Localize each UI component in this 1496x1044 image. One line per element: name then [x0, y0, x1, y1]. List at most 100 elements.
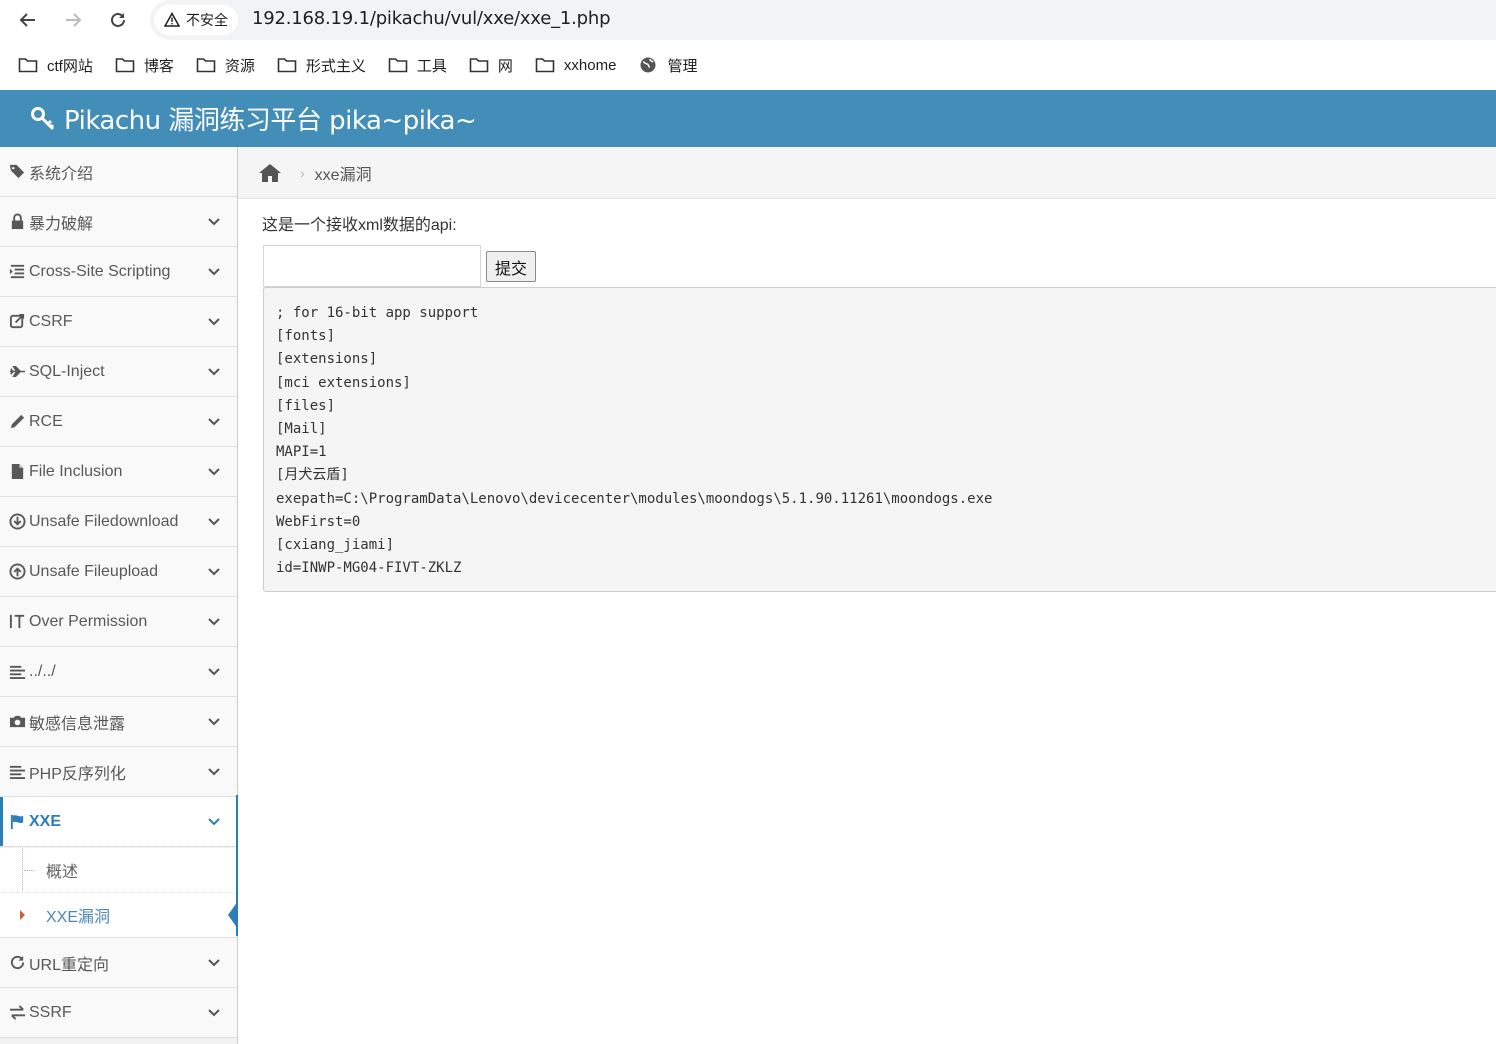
output-line: id=INWP-MG04-FIVT-ZKLZ: [276, 560, 462, 577]
caret-right-icon: [20, 910, 25, 920]
active-section-border: [236, 795, 238, 936]
sidebar-item-url-redirect[interactable]: URL重定向: [0, 938, 237, 988]
app-header: Pikachu 漏洞练习平台 pika~pika~: [0, 90, 1496, 147]
sidebar-item-intro[interactable]: 系统介绍: [0, 147, 237, 197]
output-line: ; for 16-bit app support: [276, 305, 479, 321]
breadcrumb-current: xxe漏洞: [314, 166, 372, 184]
sidebar: 系统介绍 暴力破解 Cross-Site Scripting CSRF SQL-…: [0, 147, 238, 1044]
output-line: exepath=C:\ProgramData\Lenovo\devicecent…: [276, 490, 993, 507]
share-icon: [8, 313, 26, 331]
bookmark-ctf[interactable]: ctf网站: [18, 55, 93, 76]
arrow-right-icon: [66, 13, 82, 27]
output-line: MAPI=1: [276, 444, 327, 461]
tree-dash: [24, 870, 34, 871]
sidebar-item-filedownload[interactable]: Unsafe Filedownload: [0, 497, 237, 547]
file-icon: [8, 463, 26, 481]
indent-icon: [8, 263, 26, 281]
align-left-icon: [8, 763, 26, 781]
sidebar-item-rce[interactable]: RCE: [0, 397, 237, 447]
sidebar-item-php-unserialize[interactable]: PHP反序列化: [0, 747, 237, 797]
chevron-down-icon: [208, 468, 220, 476]
output-line: [fonts]: [276, 328, 336, 345]
xxe-submenu: 概述 XXE漏洞: [0, 847, 238, 938]
breadcrumb: › xxe漏洞: [238, 147, 1496, 199]
key-icon: [31, 106, 55, 130]
address-bar[interactable]: 不安全 192.168.19.1/pikachu/vul/xxe/xxe_1.p…: [150, 0, 1496, 40]
bookmark-net[interactable]: 网: [469, 55, 513, 76]
chevron-down-icon: [208, 568, 220, 576]
chevron-up-icon: [208, 818, 220, 826]
bookmark-manage[interactable]: 管理: [638, 55, 697, 76]
flag-icon: [8, 813, 26, 831]
sidebar-item-xss[interactable]: Cross-Site Scripting: [0, 247, 237, 297]
back-button[interactable]: [12, 4, 44, 36]
bookmark-xxhome[interactable]: xxhome: [535, 56, 616, 74]
output-line: [Mail]: [276, 421, 327, 438]
exchange-icon: [8, 1004, 26, 1022]
output-line: [files]: [276, 397, 336, 414]
plane-icon: [8, 363, 26, 381]
url-text[interactable]: 192.168.19.1/pikachu/vul/xxe/xxe_1.php: [252, 8, 611, 29]
reload-icon: [111, 12, 125, 27]
bookmark-resources[interactable]: 资源: [196, 55, 255, 76]
submit-button[interactable]: 提交: [486, 251, 536, 282]
align-left-icon: [8, 663, 26, 681]
folder-icon: [115, 58, 135, 73]
bookmark-tools[interactable]: 工具: [388, 55, 447, 76]
chevron-down-icon: [208, 668, 220, 676]
text-height-icon: [8, 613, 26, 631]
chevron-down-icon: [208, 1009, 220, 1017]
browser-toolbar: 不安全 192.168.19.1/pikachu/vul/xxe/xxe_1.p…: [0, 0, 1496, 40]
lock-icon: [8, 213, 26, 231]
app-title[interactable]: Pikachu 漏洞练习平台 pika~pika~: [64, 100, 477, 137]
refresh-icon: [8, 954, 26, 972]
reload-button[interactable]: [102, 4, 134, 36]
folder-icon: [196, 58, 216, 73]
chevron-down-icon: [208, 618, 220, 626]
sidebar-item-bruteforce[interactable]: 暴力破解: [0, 197, 237, 247]
pencil-icon: [8, 413, 26, 431]
sub-item-overview[interactable]: 概述: [0, 847, 237, 892]
chevron-down-icon: [208, 268, 220, 276]
output-line: [mci extensions]: [276, 374, 411, 391]
chevron-down-icon: [208, 718, 220, 726]
arrow-left-icon: [19, 13, 35, 27]
chevron-down-icon: [208, 418, 220, 426]
folder-icon: [535, 58, 555, 73]
security-chip[interactable]: 不安全: [154, 5, 238, 35]
chevron-down-icon: [208, 959, 220, 967]
chevron-down-icon: [208, 218, 220, 226]
sidebar-item-sqli[interactable]: SQL-Inject: [0, 347, 237, 397]
bookmarks-bar: ctf网站 博客 资源 形式主义 工具 网 xxhome 管理: [0, 40, 1496, 90]
sidebar-item-fileupload[interactable]: Unsafe Fileupload: [0, 547, 237, 597]
sidebar-item-xxe[interactable]: XXE: [0, 797, 237, 847]
output-line: [cxiang_jiami]: [276, 537, 395, 554]
sidebar-item-csrf[interactable]: CSRF: [0, 297, 237, 347]
breadcrumb-separator: ›: [300, 164, 305, 181]
folder-icon: [469, 58, 489, 73]
chevron-down-icon: [208, 368, 220, 376]
forward-button[interactable]: [57, 4, 89, 36]
camera-icon: [8, 713, 26, 731]
output-line: [extensions]: [276, 351, 378, 368]
sidebar-item-ssrf[interactable]: SSRF: [0, 988, 237, 1038]
output-line: WebFirst=0: [276, 513, 361, 530]
sidebar-item-file-inclusion[interactable]: File Inclusion: [0, 447, 237, 497]
folder-icon: [277, 58, 297, 73]
sidebar-item-over-permission[interactable]: Over Permission: [0, 597, 237, 647]
xml-response-output: ; for 16-bit app support [fonts] [extens…: [263, 287, 1496, 592]
download-icon: [8, 513, 26, 531]
sidebar-item-dir-traversal[interactable]: ../../: [0, 647, 237, 697]
folder-icon: [18, 58, 38, 73]
sub-item-xxe-vuln[interactable]: XXE漏洞: [0, 892, 238, 937]
bookmark-blog[interactable]: 博客: [115, 55, 174, 76]
warning-icon: [164, 12, 180, 27]
bookmark-formalism[interactable]: 形式主义: [277, 55, 366, 76]
sidebar-item-info-leak[interactable]: 敏感信息泄露: [0, 697, 237, 747]
home-icon[interactable]: [258, 163, 282, 183]
chevron-down-icon: [208, 518, 220, 526]
intro-text: 这是一个接收xml数据的api:: [262, 217, 457, 234]
folder-icon: [388, 58, 408, 73]
security-label: 不安全: [186, 12, 228, 28]
xml-input[interactable]: [263, 245, 481, 287]
